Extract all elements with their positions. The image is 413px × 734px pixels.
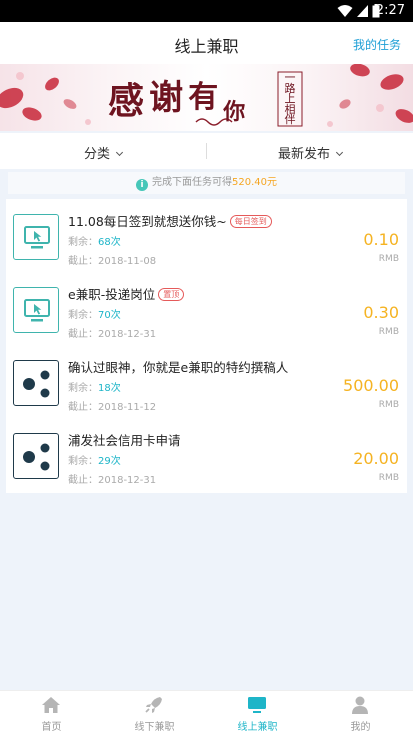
tab-home[interactable]: 首页 bbox=[0, 691, 103, 734]
tab-offline[interactable]: 线下兼职 bbox=[103, 691, 206, 734]
chevron-down-icon bbox=[115, 148, 124, 157]
task-price-unit: RMB bbox=[378, 327, 399, 337]
task-price-unit: RMB bbox=[378, 254, 399, 264]
task-deadline: 截止：2018-12-31 bbox=[68, 329, 157, 340]
tab-mine[interactable]: 我的 bbox=[309, 691, 412, 734]
remaining-label: 剩余： bbox=[68, 383, 98, 394]
banner-char-4: 你 bbox=[223, 99, 246, 125]
share-icon bbox=[13, 433, 59, 479]
task-remaining: 剩余：68次 bbox=[68, 233, 121, 248]
info-icon: i bbox=[136, 179, 148, 191]
task-deadline: 截止：2018-12-31 bbox=[68, 475, 157, 486]
banner-char-2: 谢 bbox=[149, 78, 184, 118]
task-list: 11.08每日签到就想送你钱~ 每日签到 剩余：68次 截止：2018-11-08… bbox=[6, 199, 407, 493]
task-remaining: 剩余：18次 bbox=[68, 379, 121, 394]
task-deadline: 截止：2018-11-08 bbox=[68, 256, 157, 267]
banner-headline: 感 谢 有 你 bbox=[108, 70, 245, 126]
tab-mine-label: 我的 bbox=[350, 722, 371, 733]
reward-notice: i 完成下面任务可得520.40元 bbox=[8, 172, 405, 194]
status-bar: 2:27 bbox=[0, 0, 413, 22]
task-item[interactable]: 11.08每日签到就想送你钱~ 每日签到 剩余：68次 截止：2018-11-08… bbox=[6, 199, 407, 272]
task-tag: 置顶 bbox=[158, 288, 185, 301]
monitor-icon bbox=[13, 287, 59, 333]
category-filter[interactable]: 分类 bbox=[84, 143, 124, 162]
task-title: 确认过眼神，你就是e兼职的特约撰稿人 bbox=[68, 357, 288, 376]
tab-online-label: 线上兼职 bbox=[237, 722, 278, 733]
task-title: 11.08每日签到就想送你钱~ 每日签到 bbox=[68, 211, 272, 230]
task-price: 500.00 bbox=[343, 376, 399, 395]
task-title-text: e兼职-投递岗位 bbox=[68, 287, 156, 302]
task-tag: 每日签到 bbox=[229, 215, 272, 228]
task-price-unit: RMB bbox=[378, 473, 399, 483]
page-title: 线上兼职 bbox=[174, 37, 239, 56]
task-deadline: 截止：2018-11-12 bbox=[68, 402, 157, 413]
tab-home-label: 首页 bbox=[41, 722, 62, 733]
monitor-tab-icon bbox=[248, 697, 266, 713]
user-icon bbox=[352, 696, 368, 714]
remaining-count: 18次 bbox=[98, 383, 121, 394]
task-remaining: 剩余：29次 bbox=[68, 452, 121, 467]
task-title-text: 11.08每日签到就想送你钱~ bbox=[68, 214, 227, 229]
remaining-count: 68次 bbox=[98, 237, 121, 248]
sort-filter[interactable]: 最新发布 bbox=[278, 143, 344, 162]
category-filter-label: 分类 bbox=[84, 147, 111, 162]
remaining-count: 70次 bbox=[98, 310, 121, 321]
task-title: 浦发社会信用卡申请 bbox=[68, 430, 181, 449]
status-time: 2:27 bbox=[375, 3, 405, 18]
remaining-label: 剩余： bbox=[68, 310, 98, 321]
filter-divider bbox=[206, 143, 207, 159]
remaining-label: 剩余： bbox=[68, 237, 98, 248]
task-item[interactable]: e兼职-投递岗位 置顶 剩余：70次 截止：2018-12-31 0.30 RMB bbox=[6, 272, 407, 345]
task-item[interactable]: 确认过眼神，你就是e兼职的特约撰稿人 剩余：18次 截止：2018-11-12 … bbox=[6, 345, 407, 418]
banner-tagline: 一路上相伴 bbox=[284, 71, 296, 126]
task-title-text: 确认过眼神，你就是e兼职的特约撰稿人 bbox=[68, 360, 289, 375]
notice-text: 完成下面任务可得 bbox=[152, 177, 232, 188]
sort-filter-label: 最新发布 bbox=[278, 147, 331, 162]
tab-offline-label: 线下兼职 bbox=[134, 722, 175, 733]
remaining-label: 剩余： bbox=[68, 456, 98, 467]
task-price: 0.30 bbox=[363, 303, 399, 322]
filter-bar: 分类 最新发布 bbox=[0, 133, 413, 169]
task-item[interactable]: 浦发社会信用卡申请 剩余：29次 截止：2018-12-31 20.00 RMB bbox=[6, 418, 407, 491]
home-icon bbox=[42, 697, 60, 713]
remaining-count: 29次 bbox=[98, 456, 121, 467]
task-title: e兼职-投递岗位 置顶 bbox=[68, 284, 185, 303]
app-bar: 线上兼职 我的任务 bbox=[0, 22, 413, 64]
tab-online[interactable]: 线上兼职 bbox=[206, 691, 309, 734]
banner-char-1: 感 bbox=[108, 80, 145, 122]
share-icon bbox=[13, 360, 59, 406]
task-remaining: 剩余：70次 bbox=[68, 306, 121, 321]
my-tasks-link[interactable]: 我的任务 bbox=[353, 36, 401, 53]
bottom-tab-bar: 首页 线下兼职 线上兼职 我的 bbox=[0, 690, 413, 734]
wifi-icon bbox=[337, 5, 353, 17]
rocket-icon bbox=[145, 697, 162, 713]
task-price-unit: RMB bbox=[378, 400, 399, 410]
task-price: 20.00 bbox=[353, 449, 399, 468]
banner[interactable]: 感 谢 有 你 一路上相伴 bbox=[0, 64, 413, 131]
signal-icon bbox=[357, 5, 368, 17]
task-price: 0.10 bbox=[363, 230, 399, 249]
chevron-down-icon bbox=[335, 148, 344, 157]
banner-char-3: 有 bbox=[188, 80, 219, 115]
monitor-icon bbox=[13, 214, 59, 260]
task-title-text: 浦发社会信用卡申请 bbox=[68, 433, 181, 448]
notice-amount: 520.40元 bbox=[232, 177, 277, 188]
